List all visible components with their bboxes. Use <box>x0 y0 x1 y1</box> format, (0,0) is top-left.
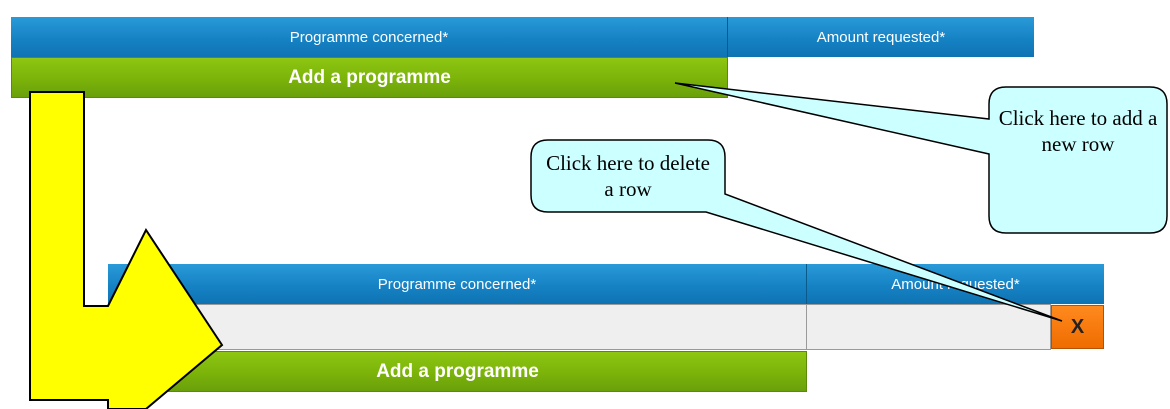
annotation-overlay <box>29 82 1168 409</box>
yellow-arrow-shape <box>29 91 224 409</box>
delete-row-callout-text: Click here to delete a row <box>546 151 710 201</box>
add-row-callout-text: Click here to add a new row <box>998 106 1158 156</box>
